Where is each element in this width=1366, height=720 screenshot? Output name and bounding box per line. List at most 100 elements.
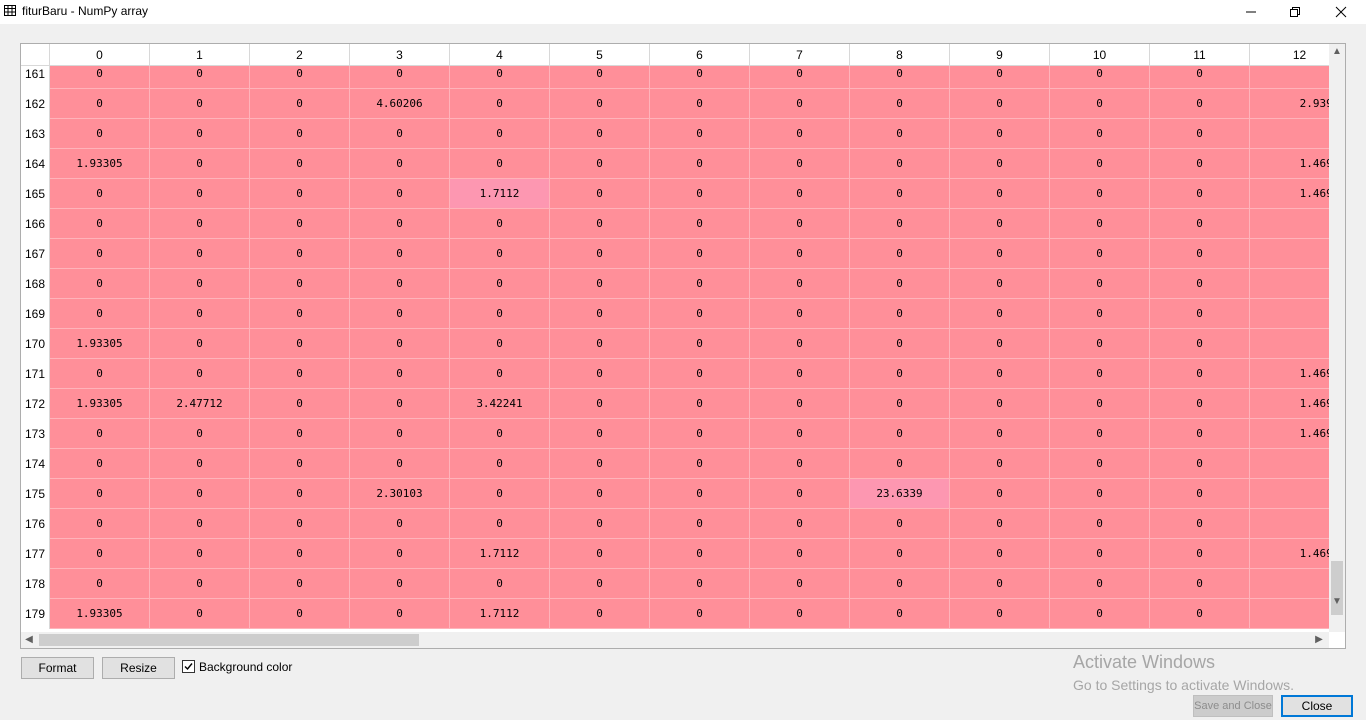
- table-cell[interactable]: 0: [850, 89, 950, 119]
- resize-button[interactable]: Resize: [102, 657, 175, 679]
- table-cell[interactable]: 0: [950, 569, 1050, 599]
- table-cell[interactable]: 1.46994: [1250, 539, 1329, 569]
- row-header-cell[interactable]: 167: [21, 239, 50, 269]
- table-cell[interactable]: 4.60206: [350, 89, 450, 119]
- table-cell[interactable]: 0: [1050, 269, 1150, 299]
- table-cell[interactable]: 0: [350, 599, 450, 629]
- table-cell[interactable]: 0: [850, 179, 950, 209]
- row-header-cell[interactable]: 173: [21, 419, 50, 449]
- column-header-cell[interactable]: 3: [350, 44, 450, 66]
- table-cell[interactable]: 0: [750, 449, 850, 479]
- table-cell[interactable]: 0: [1150, 479, 1250, 509]
- table-cell[interactable]: 0: [1250, 479, 1329, 509]
- table-cell[interactable]: 0: [1150, 359, 1250, 389]
- table-cell[interactable]: 0: [250, 299, 350, 329]
- table-cell[interactable]: 0: [650, 599, 750, 629]
- table-cell[interactable]: 0: [850, 359, 950, 389]
- row-header-cell[interactable]: 164: [21, 149, 50, 179]
- table-cell[interactable]: 0: [1050, 179, 1150, 209]
- table-cell[interactable]: 0: [950, 269, 1050, 299]
- table-cell[interactable]: 0: [250, 119, 350, 149]
- table-cell[interactable]: 0: [150, 149, 250, 179]
- table-cell[interactable]: 0: [850, 419, 950, 449]
- table-cell[interactable]: 0: [450, 66, 550, 89]
- column-header-cell[interactable]: 10: [1050, 44, 1150, 66]
- table-cell[interactable]: 0: [150, 119, 250, 149]
- table-cell[interactable]: 0: [750, 209, 850, 239]
- table-cell[interactable]: 0: [1050, 419, 1150, 449]
- table-cell[interactable]: 0: [550, 66, 650, 89]
- row-header-cell[interactable]: 172: [21, 389, 50, 419]
- table-cell[interactable]: 0: [1050, 479, 1150, 509]
- table-cell[interactable]: 0: [150, 89, 250, 119]
- table-cell[interactable]: 0: [950, 119, 1050, 149]
- table-cell[interactable]: 0: [950, 599, 1050, 629]
- table-cell[interactable]: 0: [1250, 209, 1329, 239]
- table-cell[interactable]: 0: [850, 149, 950, 179]
- table-cell[interactable]: 0: [950, 149, 1050, 179]
- table-cell[interactable]: 0: [350, 239, 450, 269]
- close-button[interactable]: Close: [1281, 695, 1353, 717]
- table-cell[interactable]: 0: [350, 449, 450, 479]
- table-cell[interactable]: 0: [850, 66, 950, 89]
- table-cell[interactable]: 0: [1050, 66, 1150, 89]
- table-cell[interactable]: 0: [250, 419, 350, 449]
- table-cell[interactable]: 0: [550, 449, 650, 479]
- table-cell[interactable]: 0: [650, 119, 750, 149]
- table-cell[interactable]: 0: [750, 239, 850, 269]
- table-cell[interactable]: 0: [850, 389, 950, 419]
- table-cell[interactable]: 0: [750, 419, 850, 449]
- table-cell[interactable]: 0: [850, 269, 950, 299]
- column-header-cell[interactable]: 4: [450, 44, 550, 66]
- row-header-cell[interactable]: 168: [21, 269, 50, 299]
- table-cell[interactable]: 0: [750, 599, 850, 629]
- table-cell[interactable]: 0: [1250, 569, 1329, 599]
- restore-button[interactable]: [1272, 0, 1318, 24]
- table-cell[interactable]: 0: [50, 119, 150, 149]
- table-cell[interactable]: 0: [1250, 329, 1329, 359]
- table-cell[interactable]: 0: [1150, 539, 1250, 569]
- column-header-cell[interactable]: 12: [1250, 44, 1329, 66]
- table-cell[interactable]: 0: [1150, 419, 1250, 449]
- table-cell[interactable]: 0: [650, 299, 750, 329]
- table-cell[interactable]: 2.93989: [1250, 89, 1329, 119]
- table-cell[interactable]: 0: [650, 419, 750, 449]
- column-header-cell[interactable]: 9: [950, 44, 1050, 66]
- table-cell[interactable]: 0: [950, 239, 1050, 269]
- table-cell[interactable]: 0: [650, 179, 750, 209]
- table-cell[interactable]: 0: [50, 419, 150, 449]
- table-cell[interactable]: 0: [750, 89, 850, 119]
- table-cell[interactable]: 0: [650, 209, 750, 239]
- table-cell[interactable]: 0: [1150, 119, 1250, 149]
- table-cell[interactable]: 0: [250, 89, 350, 119]
- table-cell[interactable]: 0: [1150, 299, 1250, 329]
- table-cell[interactable]: 0: [650, 239, 750, 269]
- table-cell[interactable]: 0: [950, 389, 1050, 419]
- table-cell[interactable]: 0: [550, 89, 650, 119]
- row-header-cell[interactable]: 176: [21, 509, 50, 539]
- table-cell[interactable]: 0: [50, 269, 150, 299]
- table-cell[interactable]: 0: [550, 419, 650, 449]
- table-cell[interactable]: 0: [750, 299, 850, 329]
- table-cell[interactable]: 0: [150, 419, 250, 449]
- save-and-close-button[interactable]: Save and Close: [1193, 695, 1273, 717]
- table-cell[interactable]: 2.30103: [350, 479, 450, 509]
- table-cell[interactable]: 0: [250, 239, 350, 269]
- table-cell[interactable]: 0: [350, 119, 450, 149]
- table-cell[interactable]: 0: [750, 389, 850, 419]
- table-cell[interactable]: 0: [150, 269, 250, 299]
- table-cell[interactable]: 0: [1050, 569, 1150, 599]
- row-header-cell[interactable]: 171: [21, 359, 50, 389]
- table-cell[interactable]: 0: [1150, 89, 1250, 119]
- table-cell[interactable]: 0: [950, 299, 1050, 329]
- table-cell[interactable]: 0: [250, 269, 350, 299]
- horizontal-scrollbar[interactable]: ◀ ▶: [21, 632, 1329, 648]
- table-cell[interactable]: 0: [850, 239, 950, 269]
- table-cell[interactable]: 0: [250, 569, 350, 599]
- table-cell[interactable]: 0: [850, 599, 950, 629]
- table-cell[interactable]: 0: [1150, 389, 1250, 419]
- scroll-left-icon[interactable]: ◀: [21, 632, 37, 648]
- table-cell[interactable]: 23.6339: [850, 479, 950, 509]
- table-cell[interactable]: 0: [150, 599, 250, 629]
- table-cell[interactable]: 0: [850, 569, 950, 599]
